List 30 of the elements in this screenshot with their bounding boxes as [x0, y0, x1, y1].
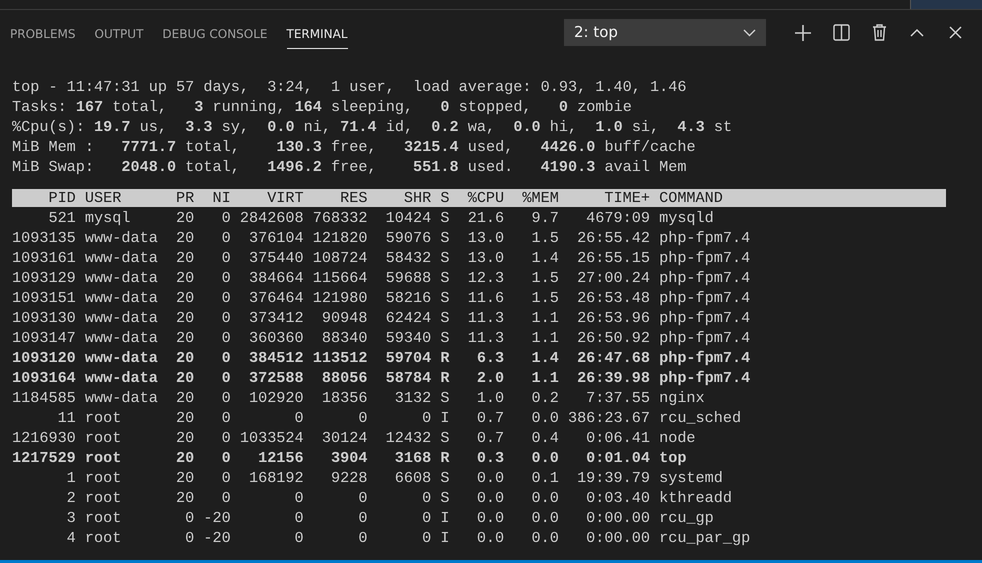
process-row-text: 1216930 root 20 0 1033524 30124 12432 S 0.7 0.4 0:06.41 node: [12, 428, 697, 448]
process-row-text: 1093151 www-data 20 0 376464 121980 58216 S 11.6 1.5 26:53.48 php-fpm7.4: [12, 288, 752, 308]
terminal-line: MiB Swap: 2048.0 total, 1496.2 free, 551.8 used. 4190.3 avail Mem: [12, 157, 688, 177]
minimap-fragment: [910, 0, 982, 9]
process-row-text: 3 root 0 -20 0 0 0 I 0.0 0.0 0:00.00 rcu_gp: [66, 508, 715, 528]
terminal-line: %Cpu(s): 19.7 us, 3.3 sy, 0.0 ni, 71.4 id, 0.2 wa, 0.0 hi, 1.0 si, 4.3 st: [12, 117, 734, 137]
process-row-text: 1093120 www-data 20 0 384512 113512 59704 R 6.3 1.4 26:47.68 php-fpm7.4: [12, 348, 752, 368]
panel-tab[interactable]: PROBLEMS: [10, 16, 76, 48]
chevron-down-icon: [743, 28, 756, 36]
process-row-text: 521 mysql 20 0 2842608 768332 10424 S 21.6 9.7 4679:09 mysqld: [47, 208, 715, 228]
panel-tab[interactable]: DEBUG CONSOLE: [162, 16, 268, 48]
panel-tab[interactable]: OUTPUT: [94, 16, 144, 48]
process-row-text: 1093147 www-data 20 0 360360 88340 59340 S 11.3 1.1 26:50.92 php-fpm7.4: [12, 328, 752, 348]
process-row-text: 2 root 20 0 0 0 0 S 0.0 0.0 0:03.40 kthreadd: [66, 488, 734, 508]
terminal-select[interactable]: 2: top: [564, 19, 766, 46]
process-row-text: 1093164 www-data 20 0 372588 88056 58784 R 2.0 1.1 26:39.98 php-fpm7.4: [12, 368, 752, 388]
process-row-text: 1093161 www-data 20 0 375440 108724 58432 S 13.0 1.4 26:55.15 php-fpm7.4: [12, 248, 752, 268]
process-row-text: 1093129 www-data 20 0 384664 115664 59688 S 12.3 1.5 27:00.24 php-fpm7.4: [12, 268, 752, 288]
process-row-text: 1184585 www-data 20 0 102920 18356 3132 S 1.0 0.2 7:37.55 nginx: [12, 388, 706, 408]
process-row-text: 1217529 root 20 0 12156 3904 3168 R 0.3 0.0 0:01.04 top: [12, 448, 688, 468]
process-row-text: 11 root 20 0 0 0 0 I 0.7 0.0 386:23.67 rcu_sched: [56, 408, 742, 428]
process-row-text: 1093135 www-data 20 0 376104 121820 59076 S 13.0 1.5 26:55.42 php-fpm7.4: [12, 228, 752, 248]
process-row-text: 1093130 www-data 20 0 373412 90948 62424 S 11.3 1.1 26:53.96 php-fpm7.4: [12, 308, 752, 328]
table-header: PID USER PR NI VIRT RES SHR S %CPU %MEM TIME+ COMMAND: [12, 189, 946, 207]
terminal-line: Tasks: 167 total, 3 running, 164 sleeping, 0 stopped, 0 zombie: [12, 97, 633, 117]
process-row-text: 1 root 20 0 168192 9228 6608 S 0.0 0.1 19:39.79 systemd: [66, 468, 724, 488]
panel-tab[interactable]: TERMINAL: [286, 16, 348, 48]
process-row-text: 4 root 0 -20 0 0 0 I 0.0 0.0 0:00.00 rcu_par_gp: [66, 528, 752, 548]
terminal-line: MiB Mem : 7771.7 total, 130.3 free, 3215.4 used, 4426.0 buff/cache: [12, 137, 697, 157]
terminal-line: top - 11:47:31 up 57 days, 3:24, 1 user, load average: 0.93, 1.40, 1.46: [12, 77, 688, 97]
